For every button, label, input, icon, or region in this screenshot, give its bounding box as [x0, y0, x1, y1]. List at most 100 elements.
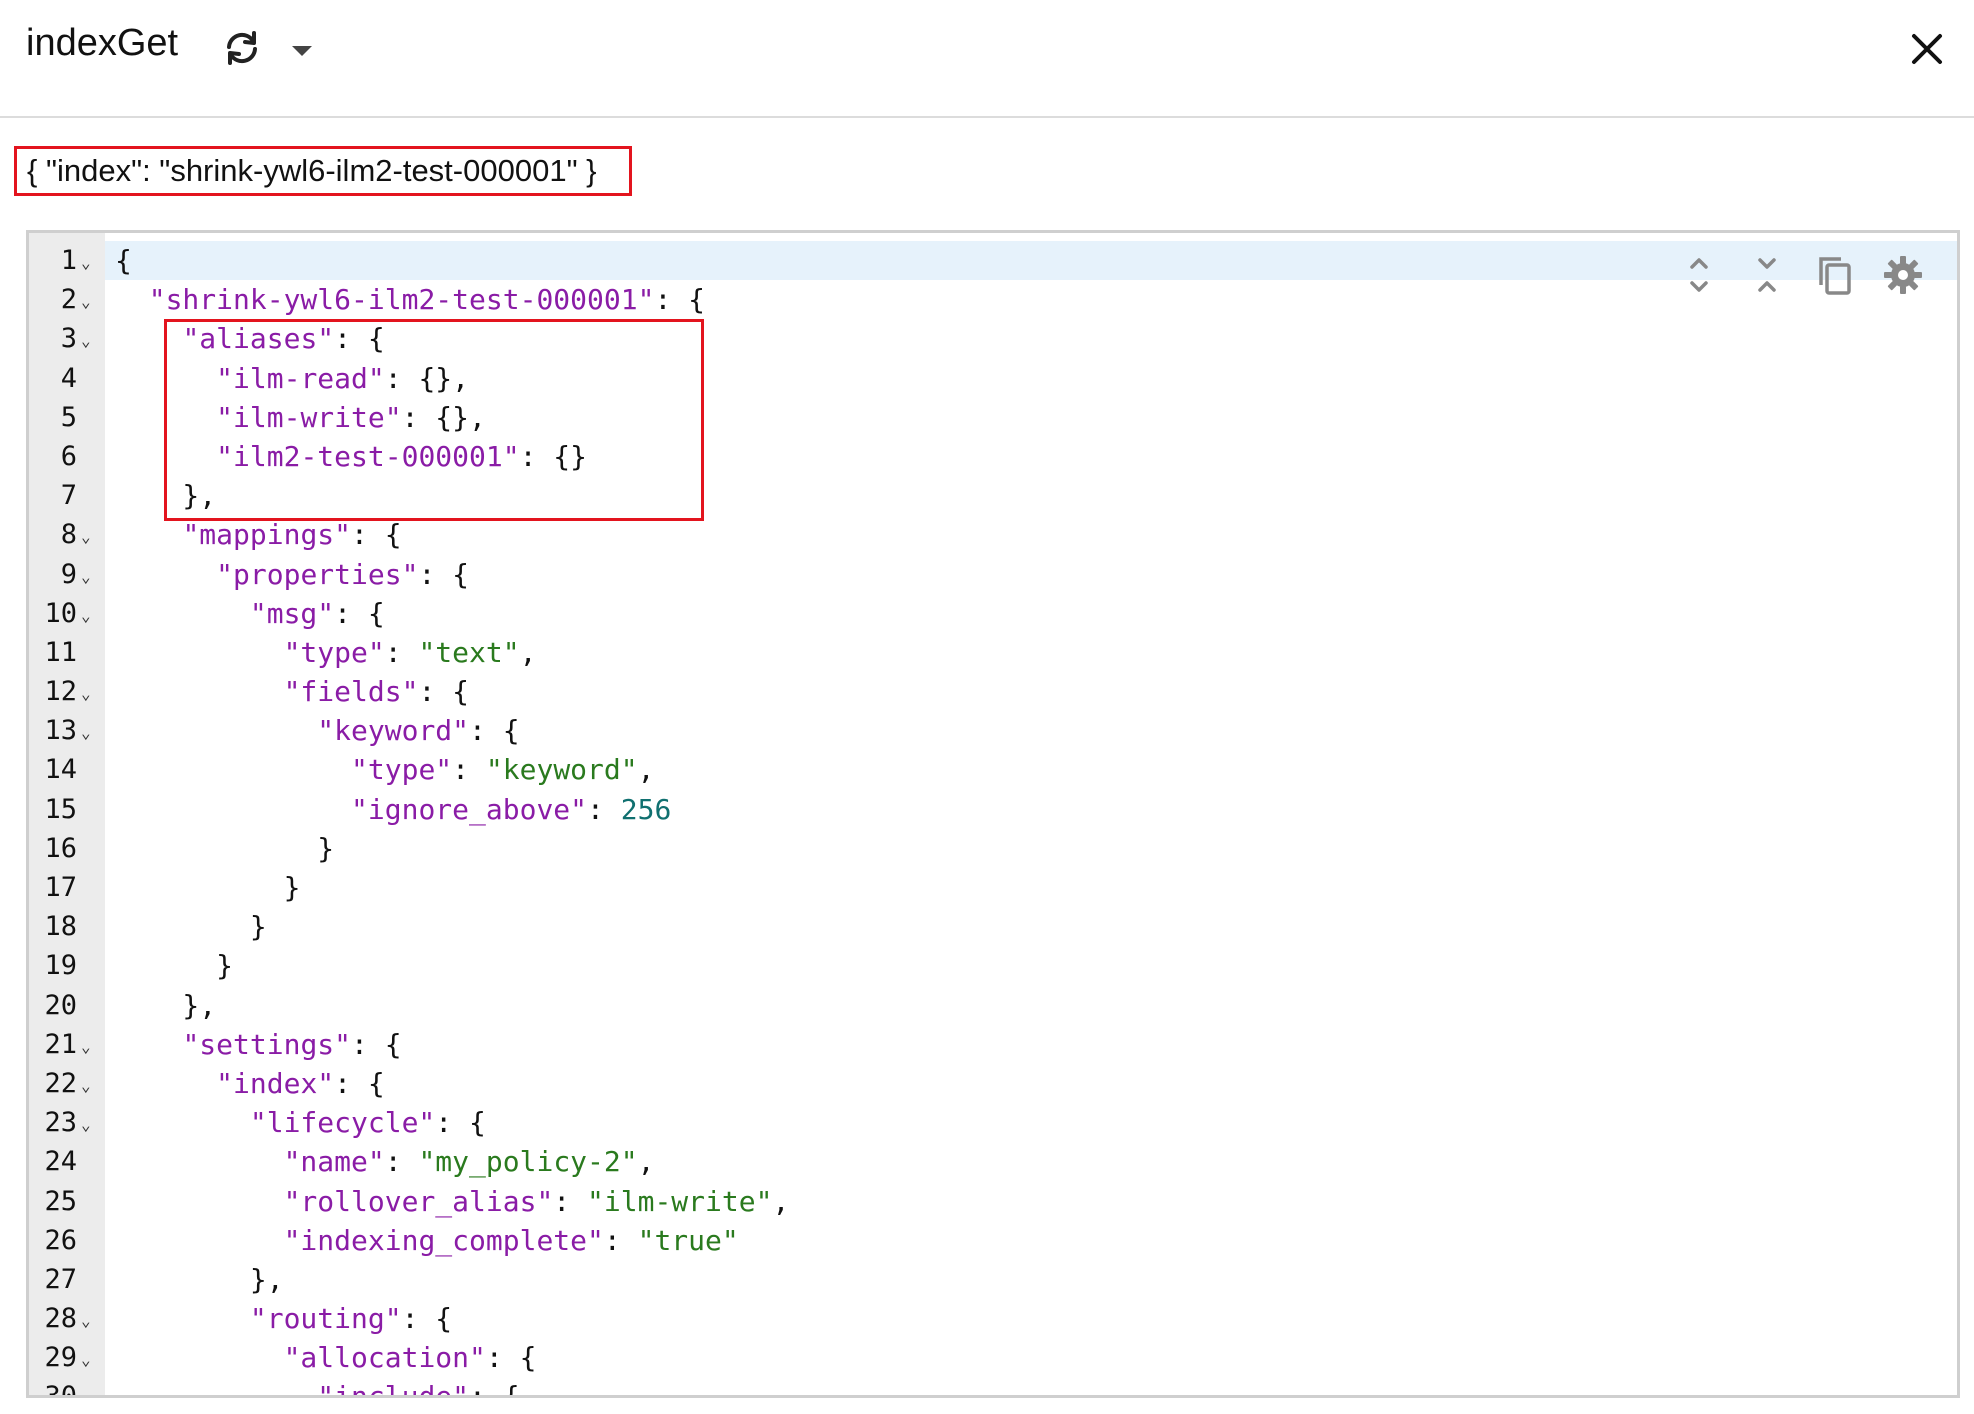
json-punct: , — [637, 1145, 655, 1179]
json-editor[interactable]: 1 ⌄{2 ⌄ "shrink-ywl6-ilm2-test-000001": {3… — [26, 230, 1960, 1398]
json-punct — [115, 1185, 284, 1218]
code-text: }, — [115, 1260, 284, 1299]
code-line: 12 ⌄ "fields": { — [29, 672, 1957, 711]
json-key: "name" — [283, 1145, 385, 1179]
gear-icon[interactable] — [1881, 253, 1925, 297]
code-line: 8 ⌄ "mappings": { — [29, 515, 1957, 554]
fold-chevron-icon[interactable]: ⌄ — [81, 1066, 99, 1105]
fold-chevron-icon[interactable]: ⌄ — [81, 1301, 99, 1340]
code-line: 24 "name": "my_policy-2", — [29, 1142, 1957, 1181]
json-punct: }, — [115, 1262, 284, 1296]
code-line: 15 "ignore_above": 256 — [29, 790, 1957, 829]
copy-icon[interactable] — [1813, 253, 1857, 297]
code-text: "name": "my_policy-2", — [115, 1142, 655, 1181]
fold-chevron-icon[interactable]: ⌄ — [81, 674, 99, 713]
json-punct: : { — [654, 283, 706, 317]
code-text: "properties": { — [115, 555, 469, 594]
code-text: "type": "text", — [115, 633, 537, 672]
fold-chevron-icon[interactable]: ⌄ — [81, 557, 99, 596]
line-number: 26 — [44, 1224, 77, 1256]
json-key: "indexing_complete" — [283, 1223, 604, 1257]
json-punct — [115, 714, 317, 747]
json-punct: : { — [351, 1027, 402, 1061]
json-punct — [115, 1106, 250, 1139]
line-number: 21 — [44, 1028, 77, 1060]
code-text: } — [115, 907, 267, 946]
refresh-icon[interactable] — [220, 26, 264, 70]
fold-chevron-icon[interactable]: ⌄ — [81, 596, 99, 635]
code-line: 18 } — [29, 907, 1957, 946]
line-number: 15 — [44, 793, 77, 825]
fold-chevron-icon[interactable]: ⌄ — [81, 517, 99, 556]
line-number: 20 — [44, 989, 77, 1021]
fold-chevron-icon[interactable]: ⌄ — [81, 713, 99, 752]
json-punct: : { — [334, 596, 385, 630]
line-number: 17 — [44, 872, 77, 903]
json-punct: : — [452, 753, 486, 787]
dialog-title: indexGet — [26, 22, 179, 64]
line-number: 22 — [44, 1067, 77, 1099]
json-punct — [115, 753, 351, 786]
json-punct: } — [115, 871, 301, 904]
fold-chevron-icon[interactable]: ⌄ — [81, 243, 99, 282]
code-line: 20 }, — [29, 986, 1957, 1025]
json-punct — [115, 1224, 284, 1257]
fold-chevron-icon[interactable]: ⌄ — [81, 1379, 99, 1395]
code-text: "indexing_complete": "true" — [115, 1221, 739, 1260]
query-input[interactable]: { "index": "shrink-ywl6-ilm2-test-000001… — [14, 146, 632, 196]
code-line: 2 ⌄ "shrink-ywl6-ilm2-test-000001": { — [29, 280, 1957, 319]
code-text: } — [115, 868, 301, 907]
fold-chevron-icon[interactable]: ⌄ — [81, 1027, 99, 1066]
line-number: 12 — [44, 676, 77, 708]
json-punct — [115, 675, 284, 708]
code-text: "type": "keyword", — [115, 750, 654, 789]
code-text: "settings": { — [115, 1025, 402, 1064]
expand-all-icon[interactable] — [1677, 253, 1721, 297]
code-line: 19 } — [29, 946, 1957, 985]
json-punct: : — [603, 1223, 638, 1257]
line-number: 11 — [44, 636, 77, 668]
line-number: 25 — [44, 1185, 77, 1217]
json-punct: { — [115, 244, 132, 277]
json-punct: } — [115, 831, 335, 865]
fold-chevron-icon[interactable]: ⌄ — [81, 321, 99, 360]
json-key: "shrink-ywl6-ilm2-test-000001" — [148, 283, 655, 317]
line-number: 2 — [60, 284, 77, 316]
code-line: 10 ⌄ "msg": { — [29, 594, 1957, 633]
code-text: "msg": { — [115, 594, 385, 633]
json-punct: : — [384, 635, 419, 669]
json-punct: } — [115, 910, 267, 944]
json-punct — [115, 1341, 284, 1374]
close-icon[interactable] — [1906, 28, 1948, 70]
json-key: "ignore_above" — [351, 792, 588, 826]
json-punct — [115, 597, 250, 630]
dialog-header: indexGet — [0, 0, 1974, 118]
json-punct: : { — [351, 518, 402, 552]
collapse-all-icon[interactable] — [1745, 253, 1789, 297]
json-punct: : — [384, 1145, 419, 1179]
json-string: "my_policy-2" — [418, 1145, 638, 1179]
code-line: 17 } — [29, 868, 1957, 907]
line-number: 23 — [44, 1107, 77, 1139]
line-number: 28 — [44, 1303, 77, 1335]
json-punct: : { — [485, 1341, 537, 1375]
json-punct: : { — [469, 714, 520, 748]
code-text: }, — [115, 986, 216, 1025]
code-text: { — [115, 241, 132, 280]
json-punct: : { — [418, 557, 470, 591]
chevron-down-icon[interactable] — [288, 40, 316, 60]
line-number: 30 — [44, 1381, 77, 1398]
fold-chevron-icon[interactable]: ⌄ — [81, 1105, 99, 1144]
json-punct — [115, 558, 216, 591]
code-line: 14 "type": "keyword", — [29, 750, 1957, 789]
json-string: "ilm-write" — [587, 1184, 773, 1218]
fold-chevron-icon[interactable]: ⌄ — [81, 282, 99, 321]
json-punct: : { — [334, 1066, 385, 1100]
code-text: "rollover_alias": "ilm-write", — [115, 1182, 790, 1221]
code-text: "mappings": { — [115, 515, 402, 554]
fold-chevron-icon[interactable]: ⌄ — [81, 1340, 99, 1379]
code-line: 16 } — [29, 829, 1957, 868]
line-number: 1 — [60, 245, 77, 276]
code-text: "shrink-ywl6-ilm2-test-000001": { — [115, 280, 705, 319]
line-number: 19 — [44, 950, 77, 982]
